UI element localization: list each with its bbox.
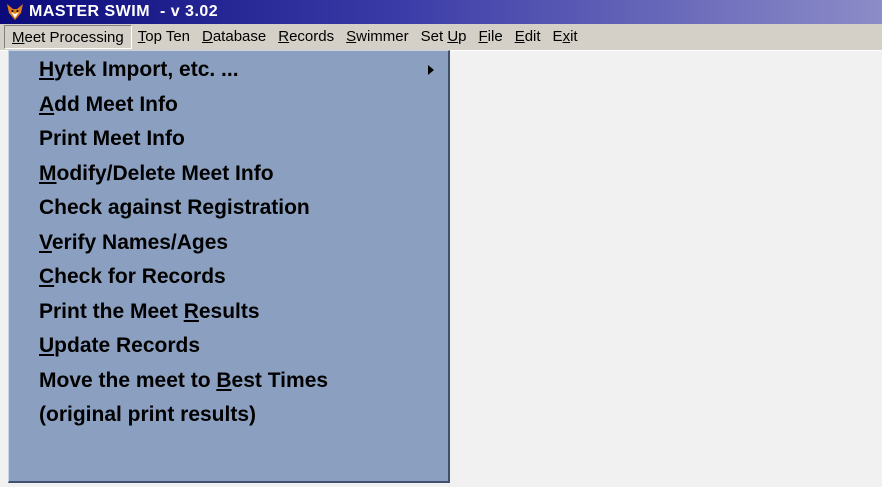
submenu-arrow-icon [428, 65, 434, 75]
label-text: heck for Records [54, 265, 226, 288]
mnemonic-letter: S [346, 28, 357, 45]
mnemonic-letter: M [39, 161, 57, 185]
mnemonic-letter: A [39, 92, 55, 116]
label-text: ile [487, 28, 503, 45]
label-text: Move the meet to [39, 368, 217, 392]
mnemonic-letter: V [39, 230, 52, 254]
window-title: MASTER SWIM - v 3.02 [29, 3, 219, 20]
title-bar: MASTER SWIM - v 3.02 [0, 0, 882, 24]
menu-item-hytek-import[interactable]: Hytek Import, etc. ... [39, 53, 239, 87]
label-text: eet Processing [24, 29, 124, 46]
mnemonic-letter: x [562, 28, 571, 45]
workspace [450, 51, 882, 487]
label-text: erify Names/Ages [51, 230, 229, 254]
label-text: p [458, 28, 467, 45]
label-text: esults [198, 299, 260, 323]
label-text: dd Meet Info [54, 92, 178, 116]
menu-meet-processing[interactable]: Meet Processing [4, 25, 132, 49]
menu-edit[interactable]: Edit [509, 25, 547, 49]
menu-database[interactable]: Database [196, 25, 272, 49]
label-text: ytek Import, etc. ... [54, 58, 239, 81]
label-text: ecords [289, 28, 335, 45]
mnemonic-letter: E [514, 28, 525, 45]
menu-item-original-print-results[interactable]: (original print results) [39, 398, 256, 432]
fox-app-icon[interactable] [6, 3, 24, 21]
label-text: it [570, 28, 578, 45]
meet-processing-dropdown: Hytek Import, etc. ... Add Meet Info Print… [8, 50, 450, 483]
menu-item-update-records[interactable]: Update Records [39, 329, 200, 363]
menu-item-modify-delete-meet-info[interactable]: Modify/Delete Meet Info [39, 157, 274, 191]
menu-swimmer[interactable]: Swimmer [340, 25, 415, 49]
menu-item-verify-names-ages[interactable]: Verify Names/Ages [39, 226, 228, 260]
mnemonic-letter: B [216, 368, 232, 392]
menu-item-move-meet-to-best-times[interactable]: Move the meet to Best Times [39, 364, 328, 398]
label-text: Print Meet Info [39, 127, 185, 150]
menu-item-add-meet-info[interactable]: Add Meet Info [39, 88, 178, 122]
label-text: op Ten [145, 28, 190, 45]
menu-item-print-meet-results[interactable]: Print the Meet Results [39, 295, 260, 329]
mnemonic-letter: M [12, 29, 25, 46]
menu-item-check-for-records[interactable]: Check for Records [39, 260, 226, 294]
menu-exit[interactable]: Exit [547, 25, 584, 49]
mnemonic-letter: U [39, 334, 55, 357]
mnemonic-letter: U [447, 28, 459, 45]
label-text: atabase [212, 28, 267, 45]
label-text: odify/Delete Meet Info [56, 161, 274, 185]
menu-item-check-against-registration[interactable]: Check against Registration [39, 191, 310, 225]
label-text: Check against Registration [39, 196, 310, 219]
label-text: E [552, 28, 563, 45]
label-text: Print the Meet [39, 299, 184, 323]
menu-bar: Meet Processing Top Ten Database Records Swi… [0, 24, 882, 51]
menu-file[interactable]: File [473, 25, 509, 49]
label-text: (original print results) [39, 403, 257, 426]
menu-top-ten[interactable]: Top Ten [132, 25, 196, 49]
mnemonic-letter: F [478, 28, 488, 45]
label-text: pdate Records [54, 334, 201, 357]
mnemonic-letter: C [39, 265, 55, 288]
mnemonic-letter: D [202, 28, 213, 45]
mnemonic-letter: H [39, 58, 55, 81]
label-text: dit [524, 28, 541, 45]
label-text: est Times [231, 368, 329, 392]
label-text: wimmer [356, 28, 409, 45]
mnemonic-letter: R [183, 299, 199, 323]
menu-item-print-meet-info[interactable]: Print Meet Info [39, 122, 185, 156]
menu-records[interactable]: Records [272, 25, 340, 49]
mnemonic-letter: R [278, 28, 290, 45]
menu-set-up[interactable]: Set Up [415, 25, 473, 49]
label-text: Set [420, 28, 448, 45]
